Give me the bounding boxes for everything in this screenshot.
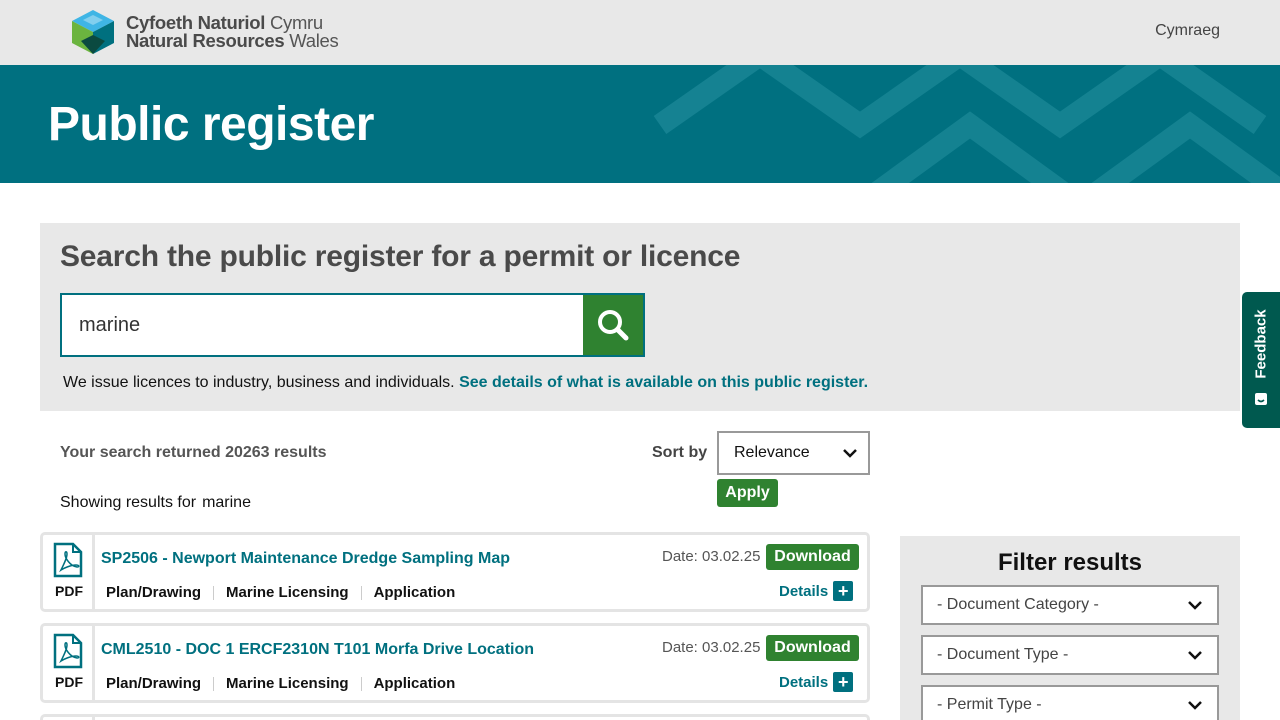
tag-divider bbox=[213, 676, 215, 691]
tag-stage: Application bbox=[373, 675, 456, 692]
search-input[interactable] bbox=[62, 295, 583, 355]
details-label: Details bbox=[779, 582, 829, 600]
nrw-logo[interactable]: Cyfoeth Naturiol Cymru Natural Resources… bbox=[68, 8, 339, 56]
search-button[interactable] bbox=[583, 295, 643, 355]
page-title: Public register bbox=[48, 98, 374, 151]
search-icon bbox=[598, 310, 629, 341]
permit-type-value: - Permit Type - bbox=[937, 696, 1042, 713]
plus-icon: + bbox=[833, 581, 854, 601]
sort-value: Relevance bbox=[734, 444, 810, 461]
language-link[interactable]: Cymraeg bbox=[1155, 22, 1220, 40]
result-tags: Plan/Drawing Marine Licensing Applicatio… bbox=[106, 584, 455, 601]
showing-results: Showing results for marine bbox=[60, 494, 251, 512]
tag-document-type: Plan/Drawing bbox=[106, 675, 202, 692]
logo-text: Cyfoeth Naturiol Cymru Natural Resources… bbox=[126, 13, 339, 51]
feedback-tab[interactable]: Feedback bbox=[1242, 292, 1280, 428]
result-card: PDF SP2506 - Newport Maintenance Dredge … bbox=[40, 532, 870, 612]
details-label: Details bbox=[779, 673, 829, 691]
file-type-column: PDF bbox=[43, 535, 95, 609]
top-bar: Cyfoeth Naturiol Cymru Natural Resources… bbox=[0, 0, 1280, 65]
permit-type-select[interactable]: - Permit Type - bbox=[921, 685, 1219, 720]
feedback-label: Feedback bbox=[1252, 309, 1270, 379]
result-date: Date: 03.02.25 bbox=[662, 639, 761, 656]
chevron-down-icon bbox=[1188, 701, 1202, 710]
hero-banner: Public register bbox=[0, 65, 1280, 183]
nrw-logo-icon bbox=[72, 10, 114, 54]
search-panel: Search the public register for a permit … bbox=[40, 223, 1240, 411]
showing-label: Showing results for bbox=[60, 494, 197, 511]
details-toggle[interactable]: Details + bbox=[779, 581, 854, 601]
result-count: Your search returned 20263 results bbox=[60, 444, 327, 461]
filter-heading: Filter results bbox=[997, 549, 1143, 576]
register-details-link[interactable]: See details of what is available on this… bbox=[459, 374, 868, 391]
logo-line2-bold: Natural Resources bbox=[126, 30, 285, 51]
document-type-value: - Document Type - bbox=[937, 646, 1069, 663]
pdf-file-icon bbox=[53, 542, 83, 578]
showing-term: marine bbox=[202, 494, 251, 511]
result-date: Date: 03.02.25 bbox=[662, 548, 761, 565]
document-category-value: - Document Category - bbox=[937, 596, 1099, 613]
file-type-label: PDF bbox=[55, 583, 83, 599]
logo-line2-rest: Wales bbox=[289, 30, 339, 51]
sort-select[interactable]: Relevance bbox=[717, 431, 870, 475]
result-title-link[interactable]: SP2506 - Newport Maintenance Dredge Samp… bbox=[101, 550, 510, 568]
tag-divider bbox=[360, 676, 362, 691]
chevron-down-icon bbox=[1188, 651, 1202, 660]
feedback-icon bbox=[1255, 393, 1267, 405]
pdf-file-icon bbox=[53, 633, 83, 669]
result-tags: Plan/Drawing Marine Licensing Applicatio… bbox=[106, 675, 455, 692]
search-info: We issue licences to industry, business … bbox=[63, 374, 868, 392]
search-box bbox=[60, 293, 645, 357]
search-heading: Search the public register for a permit … bbox=[60, 240, 741, 273]
result-card-partial bbox=[40, 714, 870, 720]
plus-icon: + bbox=[833, 672, 854, 692]
download-button[interactable]: Download bbox=[766, 635, 859, 661]
tag-permit-type: Marine Licensing bbox=[226, 675, 349, 692]
tag-stage: Application bbox=[373, 584, 456, 601]
tag-divider bbox=[213, 585, 215, 600]
chevron-down-icon bbox=[1188, 601, 1202, 610]
details-toggle[interactable]: Details + bbox=[779, 672, 854, 692]
document-type-select[interactable]: - Document Type - bbox=[921, 635, 1219, 675]
search-info-text: We issue licences to industry, business … bbox=[63, 374, 455, 391]
file-type-column: PDF bbox=[43, 626, 95, 700]
filter-panel: Filter results - Document Category - - D… bbox=[900, 536, 1240, 720]
tag-divider bbox=[360, 585, 362, 600]
document-category-select[interactable]: - Document Category - bbox=[921, 585, 1219, 625]
result-card: PDF CML2510 - DOC 1 ERCF2310N T101 Morfa… bbox=[40, 623, 870, 703]
chevron-down-icon bbox=[843, 449, 857, 458]
download-button[interactable]: Download bbox=[766, 544, 859, 570]
sort-label: Sort by bbox=[652, 444, 708, 461]
tag-permit-type: Marine Licensing bbox=[226, 584, 349, 601]
apply-button[interactable]: Apply bbox=[717, 479, 778, 507]
result-title-link[interactable]: CML2510 - DOC 1 ERCF2310N T101 Morfa Dri… bbox=[101, 641, 534, 659]
file-type-label: PDF bbox=[55, 674, 83, 690]
tag-document-type: Plan/Drawing bbox=[106, 584, 202, 601]
